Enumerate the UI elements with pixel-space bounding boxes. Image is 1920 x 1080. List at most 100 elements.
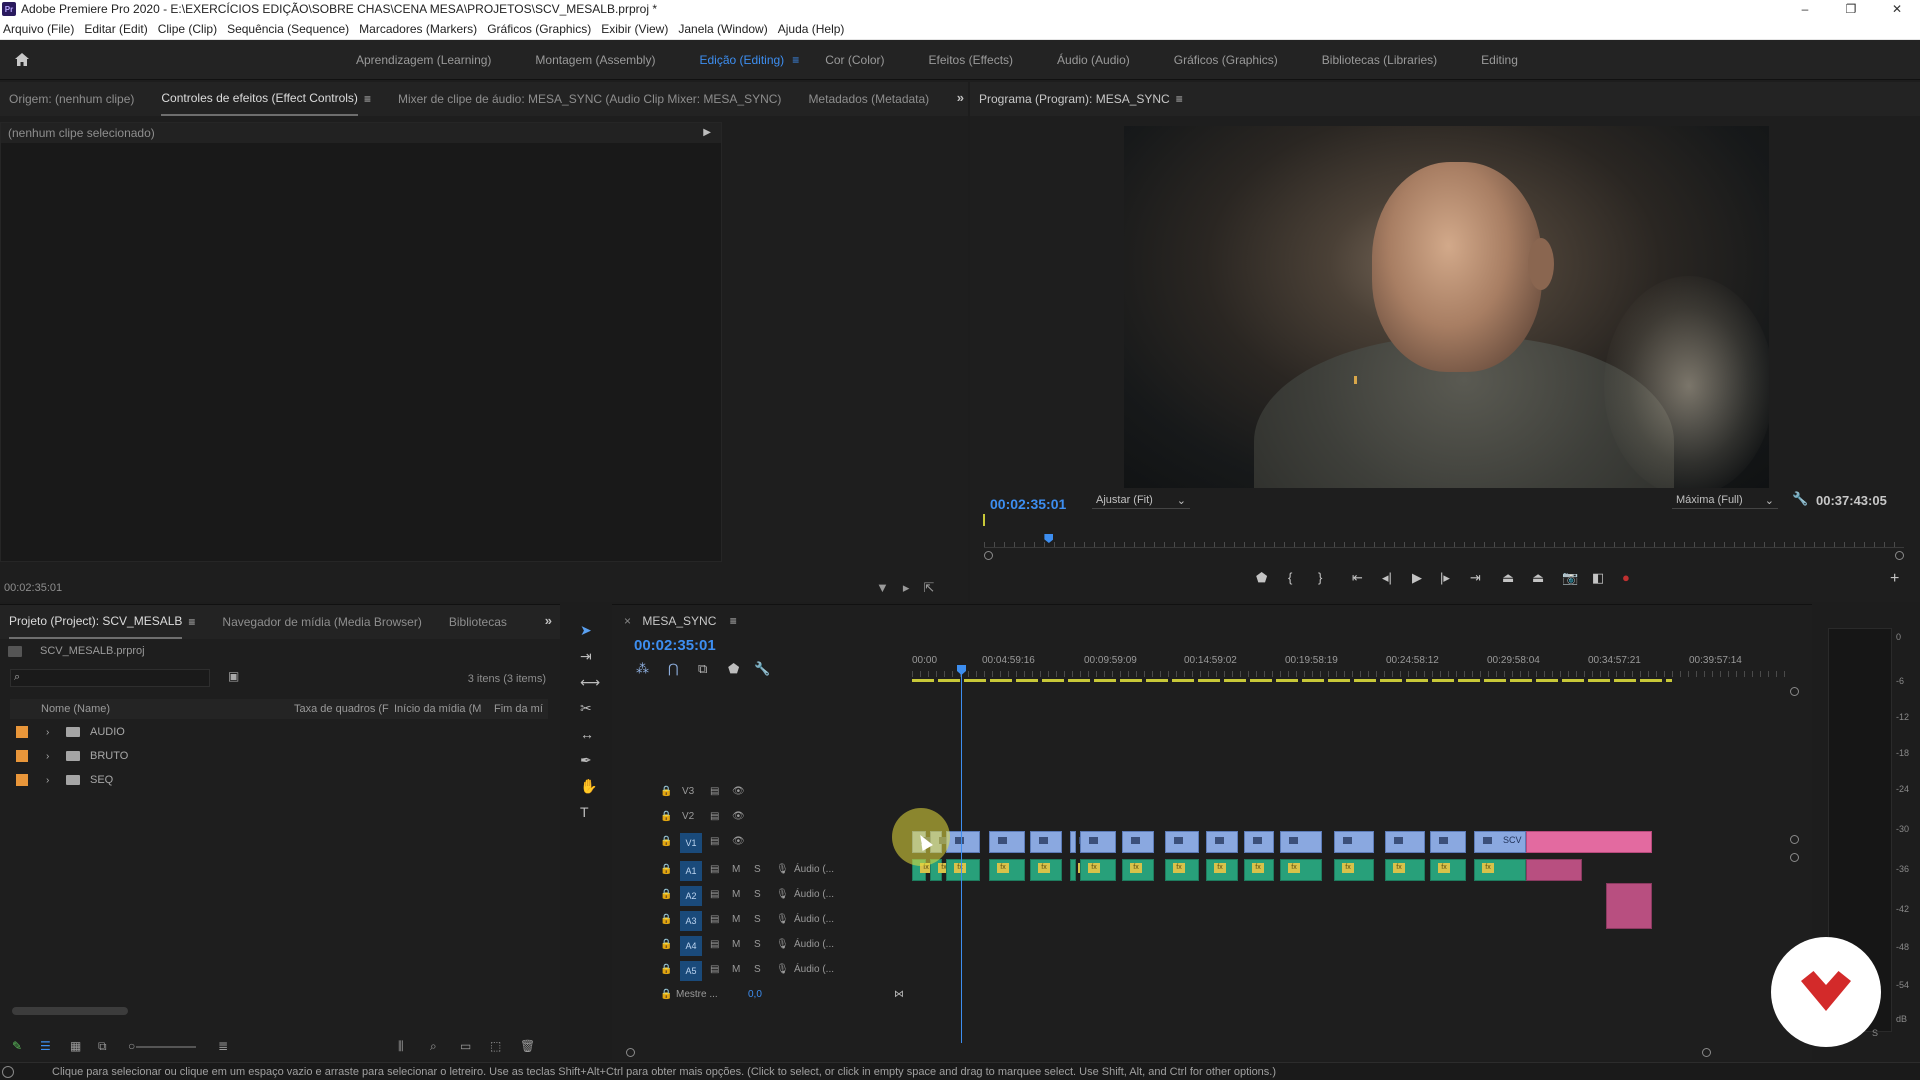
workspace-graphics[interactable]: Gráficos (Graphics) (1174, 53, 1278, 67)
play-audio-icon[interactable]: ▸ (903, 580, 910, 596)
audio-clip[interactable] (1165, 859, 1199, 881)
track-target[interactable]: A1 (680, 861, 702, 881)
audio-clip[interactable] (1244, 859, 1274, 881)
timeline-playhead[interactable] (961, 671, 962, 1043)
mark-out-icon[interactable]: } (1318, 570, 1322, 585)
track-select-tool-icon[interactable]: ⇥ (580, 648, 592, 665)
close-button[interactable]: ✕ (1874, 0, 1920, 18)
lock-icon[interactable]: 🔒 (660, 889, 672, 900)
snap-magnet-icon[interactable]: ⋂ (668, 661, 679, 677)
timeline-timecode[interactable]: 00:02:35:01 (634, 637, 716, 654)
resolution-select[interactable]: Máxima (Full) ⌄ (1672, 492, 1778, 509)
workspace-menu-icon[interactable]: ≡ (792, 53, 799, 67)
lock-icon[interactable]: 🔒 (660, 914, 672, 925)
workspace-learning[interactable]: Aprendizagem (Learning) (356, 53, 491, 67)
track-target[interactable]: V1 (680, 833, 702, 853)
mark-in-icon[interactable]: { (1288, 570, 1292, 585)
program-video-frame[interactable] (1124, 126, 1769, 488)
tab-project[interactable]: Projeto (Project): SCV_MESALB (9, 605, 183, 639)
play-icon[interactable]: ▶ (1412, 570, 1422, 586)
tab-source[interactable]: Origem: (nenhum clipe) (9, 82, 134, 116)
sync-lock-icon[interactable]: ▤ (710, 964, 719, 975)
audio-clip[interactable] (946, 859, 980, 881)
solo-button[interactable]: S (754, 864, 761, 875)
freeform-view-icon[interactable]: ⧉ (98, 1039, 107, 1054)
label-color-chip[interactable] (16, 774, 28, 786)
project-menu-icon[interactable]: ≡ (188, 615, 195, 629)
slip-tool-icon[interactable]: ↔ (580, 726, 594, 742)
vscroll-handle-top[interactable] (1790, 687, 1799, 696)
restore-button[interactable]: ❐ (1828, 0, 1874, 18)
ripple-edit-tool-icon[interactable]: ⟷ (580, 674, 600, 691)
camera-icon[interactable]: 📷 (1562, 570, 1578, 586)
pink-audio-clip-a2-a3[interactable] (1606, 883, 1652, 929)
video-clip[interactable]: SCV (1474, 831, 1526, 853)
workspace-editing[interactable]: Edição (Editing) (699, 53, 784, 67)
zoom-slider[interactable] (136, 1046, 196, 1048)
solo-button[interactable]: S (754, 939, 761, 950)
track-target[interactable]: A3 (680, 911, 702, 931)
list-item[interactable]: › SEQ (10, 769, 548, 791)
video-clip[interactable] (1165, 831, 1199, 853)
mute-button[interactable]: M (732, 864, 740, 875)
fit-select[interactable]: Ajustar (Fit) ⌄ (1092, 492, 1190, 509)
audio-clip[interactable] (1070, 859, 1090, 881)
col-frame-rate[interactable]: Taxa de quadros (F (294, 703, 389, 715)
sort-icon[interactable]: ≣ (218, 1039, 228, 1053)
menu-help[interactable]: Ajuda (Help) (775, 22, 852, 36)
wrench-icon[interactable]: 🔧 (1792, 491, 1808, 507)
zoom-handle-left[interactable] (984, 551, 993, 560)
program-timecode[interactable]: 00:02:35:01 (990, 496, 1066, 512)
mic-icon[interactable]: 🎙 (776, 964, 789, 975)
program-time-ruler[interactable] (984, 534, 1904, 548)
pink-video-clip[interactable] (1526, 831, 1652, 853)
automate-sequence-icon[interactable]: ⫼ (398, 1039, 404, 1054)
menu-file[interactable]: Arquivo (File) (0, 22, 81, 36)
label-color-chip[interactable] (16, 726, 28, 738)
sync-lock-icon[interactable]: ▤ (710, 939, 719, 950)
eye-icon[interactable]: 👁 (732, 786, 745, 797)
sync-lock-icon[interactable]: ▤ (710, 811, 719, 822)
lock-icon[interactable]: 🔒 (660, 964, 672, 975)
video-clip[interactable] (1206, 831, 1238, 853)
track-target[interactable]: A4 (680, 936, 702, 956)
program-zoom-bar[interactable] (984, 551, 1904, 561)
video-clip[interactable] (1030, 831, 1062, 853)
video-clip[interactable] (1122, 831, 1154, 853)
track-target[interactable]: A5 (680, 961, 702, 981)
sequence-menu-icon[interactable]: ≡ (730, 614, 737, 628)
workspace-color[interactable]: Cor (Color) (825, 53, 884, 67)
export-icon[interactable]: ⇱ (923, 580, 934, 596)
sync-lock-icon[interactable]: ▤ (710, 786, 719, 797)
col-media-end[interactable]: Fim da mí (494, 703, 543, 715)
tab-program[interactable]: Programa (Program): MESA_SYNC (979, 82, 1170, 116)
video-clip[interactable] (1080, 831, 1116, 853)
col-name[interactable]: Nome (Name) (41, 703, 110, 715)
extract-icon[interactable]: ⏏ (1532, 570, 1544, 586)
chevron-right-icon[interactable]: › (46, 751, 49, 762)
audio-clip[interactable] (1474, 859, 1526, 881)
video-clip[interactable] (946, 831, 980, 853)
pencil-icon[interactable]: ✎ (12, 1039, 22, 1053)
video-clip[interactable] (989, 831, 1025, 853)
home-icon[interactable] (0, 52, 44, 67)
sync-lock-icon[interactable]: ▤ (710, 889, 719, 900)
workspace-editing-custom[interactable]: Editing (1481, 53, 1518, 67)
mic-icon[interactable]: 🎙 (776, 914, 789, 925)
hscroll-handle-right[interactable] (1702, 1048, 1711, 1057)
lock-icon[interactable]: 🔒 (660, 811, 672, 822)
nest-icon[interactable]: ⁂ (636, 661, 649, 677)
eye-icon[interactable]: 👁 (732, 836, 745, 847)
menu-clip[interactable]: Clipe (Clip) (155, 22, 224, 36)
track-label[interactable]: V3 (682, 786, 694, 797)
menu-sequence[interactable]: Sequência (Sequence) (224, 22, 356, 36)
timeline-ruler[interactable]: 00:00 00:04:59:16 00:09:59:09 00:14:59:0… (912, 655, 1802, 677)
vscroll-handle-mid[interactable] (1790, 835, 1799, 844)
tab-audio-clip-mixer[interactable]: Mixer de clipe de áudio: MESA_SYNC (Audi… (398, 82, 781, 116)
audio-clip[interactable] (1334, 859, 1374, 881)
project-search-input[interactable] (10, 669, 210, 687)
razor-tool-icon[interactable]: ✂ (580, 700, 592, 717)
list-item[interactable]: › BRUTO (10, 745, 548, 767)
workspace-effects[interactable]: Efeitos (Effects) (929, 53, 1013, 67)
audio-clip[interactable] (1030, 859, 1062, 881)
